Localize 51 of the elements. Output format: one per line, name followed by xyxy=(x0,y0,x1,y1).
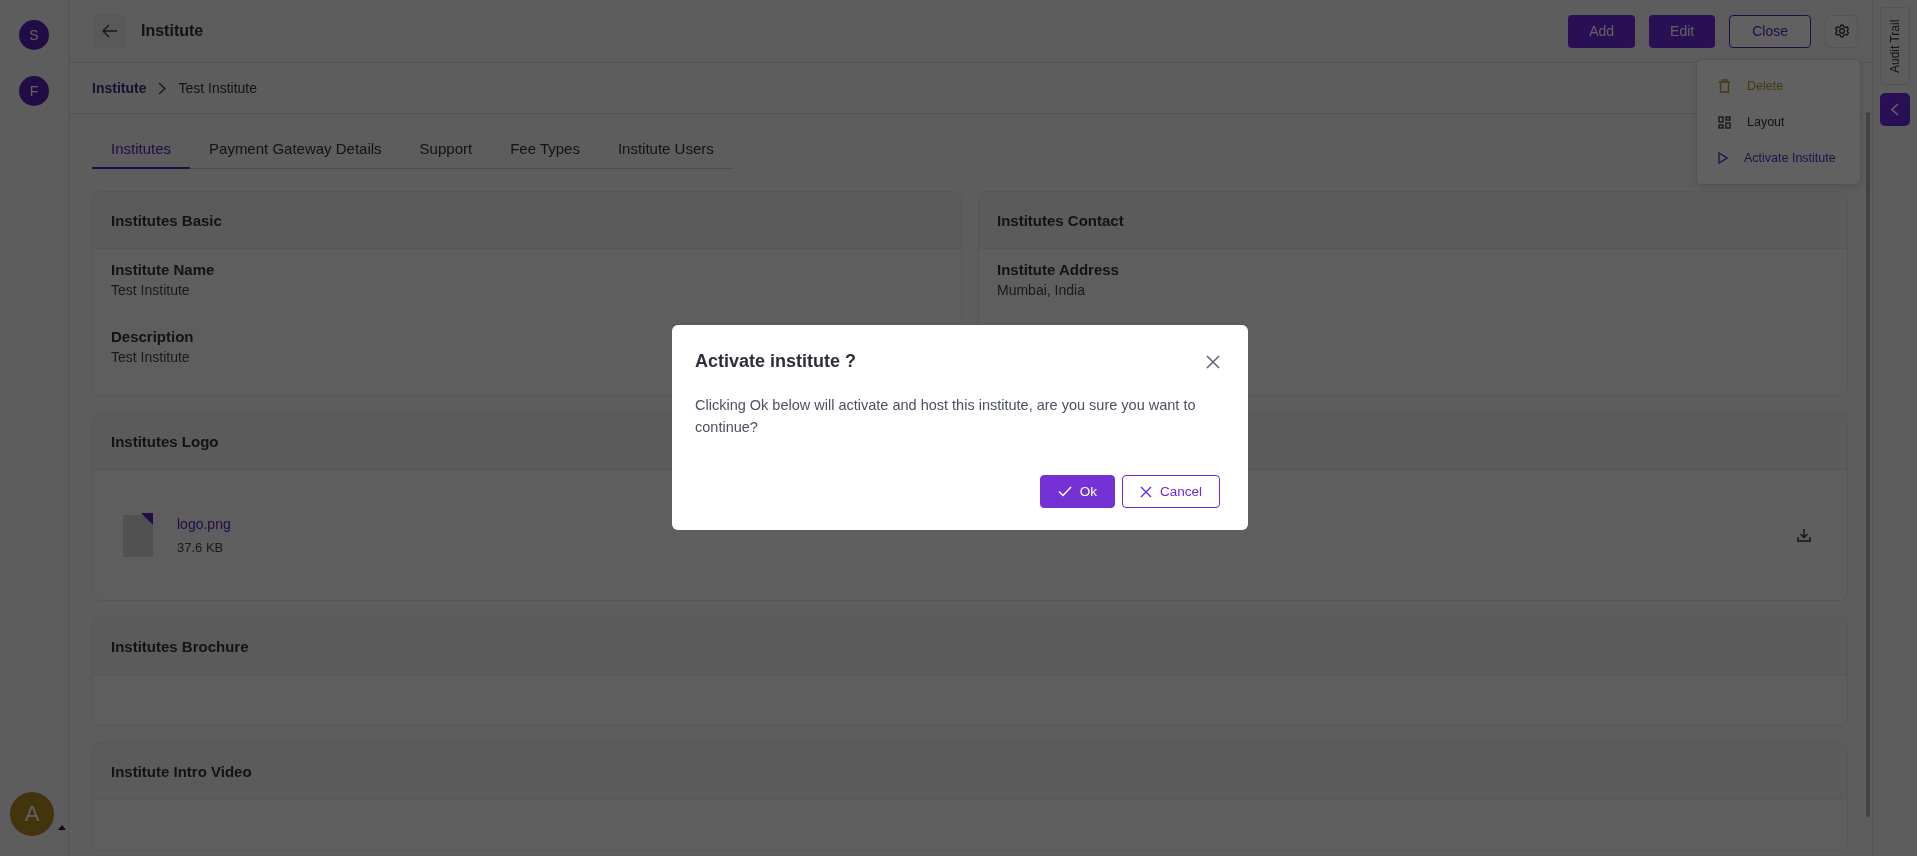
tab[interactable]: Institute Users xyxy=(598,130,733,169)
close-icon[interactable] xyxy=(1206,354,1220,369)
check-icon xyxy=(1057,486,1072,497)
field-value: Mumbai, India xyxy=(997,282,1085,298)
tab[interactable]: Payment Gateway Details xyxy=(190,130,401,169)
page-title: Institute xyxy=(141,22,204,40)
cancel-button[interactable]: Cancel xyxy=(1121,475,1220,508)
caret-icon[interactable] xyxy=(58,825,66,830)
menu-item[interactable]: Layout xyxy=(1697,104,1860,140)
user-avatar[interactable]: F xyxy=(19,76,49,106)
grid-icon xyxy=(1718,115,1731,129)
file-icon xyxy=(123,513,153,557)
user-avatar[interactable]: A xyxy=(10,792,54,836)
audit-trail-tab[interactable]: Audit Trail xyxy=(1880,7,1910,85)
user-avatar[interactable]: S xyxy=(19,20,49,50)
header-button[interactable]: Close xyxy=(1729,14,1811,48)
play-icon xyxy=(1718,152,1728,164)
dialog-title: Activate institute ? xyxy=(695,351,857,372)
section-title: Institutes Contact xyxy=(997,211,1124,229)
breadcrumb-current: Test Institute xyxy=(178,80,258,96)
dialog-message: Clicking Ok below will activate and host this institute, are you sure you want to continue? xyxy=(695,396,1197,437)
field-label: Institute Address xyxy=(997,261,1119,278)
chevron-right-icon xyxy=(158,81,167,95)
close-icon xyxy=(1139,485,1152,498)
section-title: Institutes Brochure xyxy=(111,637,249,655)
ok-button[interactable]: Ok xyxy=(1039,475,1115,508)
field-label: Institute Name xyxy=(111,261,215,278)
tab[interactable]: Fee Types xyxy=(491,130,599,169)
section-title: Institutes Basic xyxy=(111,211,222,229)
file-link[interactable]: logo.png xyxy=(177,515,231,532)
download-icon[interactable] xyxy=(1797,528,1811,542)
tab[interactable]: Support xyxy=(400,130,492,169)
tab[interactable]: Institutes xyxy=(92,130,191,169)
back-arrow-icon xyxy=(102,24,118,38)
breadcrumb-link[interactable]: Institute xyxy=(92,80,147,96)
menu-item[interactable]: Delete xyxy=(1697,68,1860,104)
field-value: Test Institute xyxy=(111,282,190,298)
section-title: Institute Intro Video xyxy=(111,762,252,780)
header-button[interactable]: Edit xyxy=(1649,14,1716,48)
section-title: Institutes Logo xyxy=(111,432,219,450)
file-size: 37.6 KB xyxy=(177,539,225,555)
trash-icon xyxy=(1718,79,1731,93)
field-label: Description xyxy=(111,328,194,345)
field-value: Test Institute xyxy=(111,349,190,365)
back-button[interactable] xyxy=(93,14,127,48)
menu-item[interactable]: Activate Institute xyxy=(1697,140,1860,176)
header-button[interactable]: Add xyxy=(1568,14,1636,48)
chevron-left-icon xyxy=(1891,103,1899,116)
settings-icon xyxy=(1834,24,1849,38)
settings-button[interactable] xyxy=(1825,14,1858,48)
expand-panel-button[interactable] xyxy=(1880,93,1910,126)
